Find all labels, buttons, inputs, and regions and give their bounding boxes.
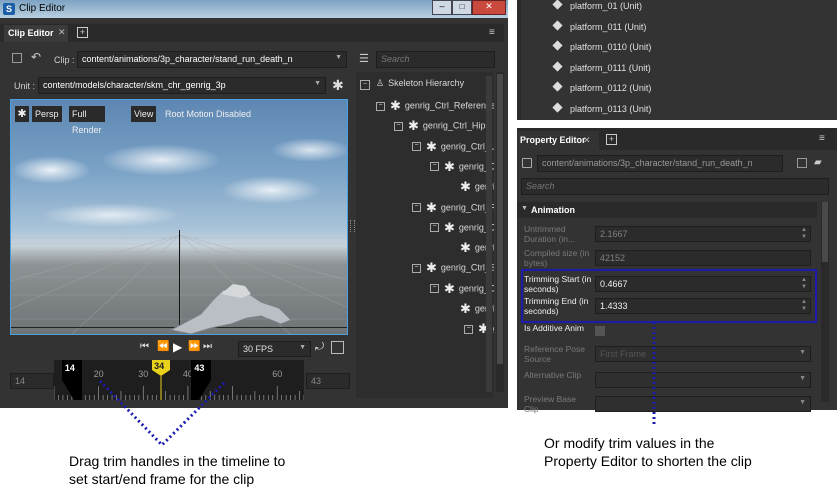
annotation-left-line1: Drag trim handles in the timeline to bbox=[69, 453, 286, 469]
annotation-left: Drag trim handles in the timeline to set… bbox=[69, 452, 285, 488]
annotation-right: Or modify trim values in the Property Ed… bbox=[544, 434, 752, 470]
annotation-right-line1: Or modify trim values in the bbox=[544, 435, 715, 451]
annotation-arrow-left bbox=[98, 379, 228, 448]
annotation-arrows bbox=[98, 322, 656, 448]
annotation-right-line2: Property Editor to shorten the clip bbox=[544, 453, 752, 469]
annotation-left-line2: set start/end frame for the clip bbox=[69, 471, 255, 487]
